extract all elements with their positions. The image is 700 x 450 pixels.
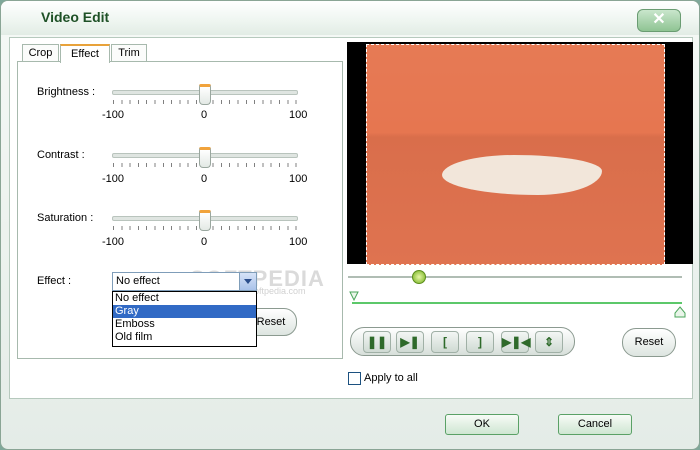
effect-option-old-film[interactable]: Old film — [113, 331, 256, 344]
video-preview — [347, 42, 693, 265]
trim-start-handle[interactable] — [349, 291, 359, 301]
cancel-button[interactable]: Cancel — [558, 414, 632, 435]
fit-icon[interactable]: ⇕ — [535, 331, 563, 353]
next-frame-icon[interactable]: ▶❚◀ — [501, 331, 531, 353]
tab-effect[interactable]: Effect — [60, 44, 110, 63]
trim-range — [352, 302, 682, 304]
saturation-label: Saturation : — [37, 212, 94, 224]
brightness-label: Brightness : — [37, 86, 96, 98]
window-title: Video Edit — [41, 9, 110, 25]
effect-option-no-effect[interactable]: No effect — [113, 292, 256, 305]
apply-to-all-label: Apply to all — [364, 372, 418, 384]
mark-in-icon[interactable]: [ — [431, 331, 459, 353]
close-button[interactable]: ✕ — [637, 9, 681, 32]
video-content — [442, 155, 602, 195]
effect-dropdown-list: No effect Gray Emboss Old film — [112, 291, 257, 347]
contrast-mid: 0 — [201, 173, 208, 185]
apply-to-all-checkbox[interactable] — [348, 372, 361, 385]
effect-label: Effect : — [37, 275, 72, 287]
effect-select[interactable]: No effect — [112, 272, 257, 291]
brightness-slider-thumb[interactable] — [199, 84, 211, 105]
chevron-down-icon[interactable] — [239, 273, 256, 290]
brightness-min: -100 — [102, 109, 125, 121]
trim-end-handle[interactable] — [674, 306, 686, 318]
brightness-mid: 0 — [201, 109, 208, 121]
ok-button[interactable]: OK — [445, 414, 519, 435]
saturation-max: 100 — [289, 236, 308, 248]
effect-option-gray[interactable]: Gray — [113, 305, 256, 318]
mark-out-icon[interactable]: ] — [466, 331, 494, 353]
play-frame-icon[interactable]: ▶❚ — [396, 331, 424, 353]
contrast-label: Contrast : — [37, 149, 85, 161]
title-bar: Video Edit ✕ — [1, 1, 699, 35]
effect-select-value: No effect — [116, 275, 160, 287]
seek-knob[interactable] — [412, 270, 426, 284]
contrast-slider-thumb[interactable] — [199, 147, 211, 168]
contrast-min: -100 — [102, 173, 125, 185]
effect-option-emboss[interactable]: Emboss — [113, 318, 256, 331]
tab-trim[interactable]: Trim — [111, 44, 147, 61]
contrast-max: 100 — [289, 173, 308, 185]
saturation-min: -100 — [102, 236, 125, 248]
saturation-slider-thumb[interactable] — [199, 210, 211, 231]
reset-preview-button[interactable]: Reset — [622, 328, 676, 357]
brightness-max: 100 — [289, 109, 308, 121]
saturation-mid: 0 — [201, 236, 208, 248]
seek-track[interactable] — [348, 276, 682, 278]
tab-crop[interactable]: Crop — [22, 44, 59, 61]
crop-frame[interactable] — [366, 44, 665, 265]
pause-icon[interactable]: ❚❚ — [363, 331, 391, 353]
